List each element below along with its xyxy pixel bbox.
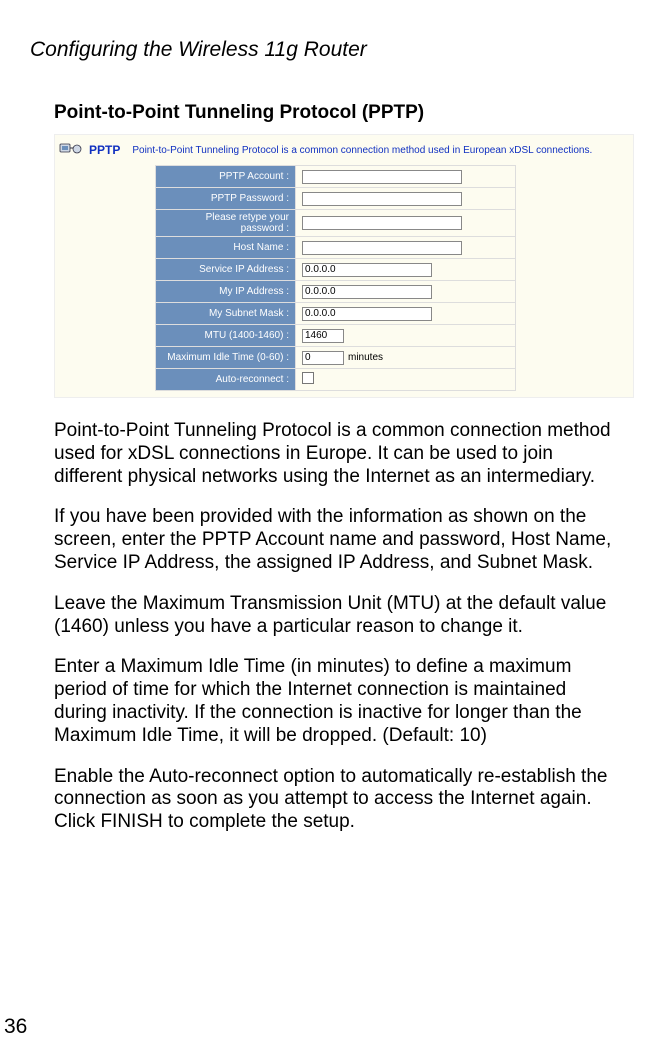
form-value-cell [296, 369, 516, 391]
form-row: Auto-reconnect : [156, 369, 516, 391]
form-row: Service IP Address : [156, 259, 516, 281]
form-input[interactable] [302, 329, 344, 343]
screenshot-panel: PPTP Point-to-Point Tunneling Protocol i… [54, 134, 634, 398]
page-header: Configuring the Wireless 11g Router [30, 38, 622, 62]
form-value-cell [296, 210, 516, 237]
form-row: PPTP Password : [156, 188, 516, 210]
body-paragraph: Leave the Maximum Transmission Unit (MTU… [54, 593, 622, 639]
form-label: MTU (1400-1460) : [156, 325, 296, 347]
body-paragraph: If you have been provided with the infor… [54, 506, 622, 574]
form-row: PPTP Account : [156, 166, 516, 188]
pptp-label: PPTP [89, 143, 120, 157]
form-input[interactable] [302, 263, 432, 277]
suffix-label: minutes [348, 352, 383, 363]
form-input[interactable] [302, 216, 462, 230]
form-input[interactable] [302, 351, 344, 365]
auto-reconnect-checkbox[interactable] [302, 372, 314, 384]
body-paragraph: Point-to-Point Tunneling Protocol is a c… [54, 420, 622, 488]
form-input[interactable] [302, 170, 462, 184]
form-value-cell [296, 166, 516, 188]
pptp-desc: Point-to-Point Tunneling Protocol is a c… [132, 145, 592, 156]
form-input[interactable] [302, 307, 432, 321]
form-label: My Subnet Mask : [156, 303, 296, 325]
config-form-table: PPTP Account :PPTP Password :Please rety… [155, 165, 516, 391]
form-label: Host Name : [156, 237, 296, 259]
form-value-cell [296, 281, 516, 303]
section-title: Point-to-Point Tunneling Protocol (PPTP) [54, 102, 622, 124]
pptp-icon [59, 141, 83, 159]
form-row: MTU (1400-1460) : [156, 325, 516, 347]
form-value-cell [296, 325, 516, 347]
form-value-cell [296, 237, 516, 259]
form-label: Maximum Idle Time (0-60) : [156, 347, 296, 369]
form-input[interactable] [302, 192, 462, 206]
form-row: My IP Address : [156, 281, 516, 303]
form-label: Please retype your password : [156, 210, 296, 237]
form-label: PPTP Account : [156, 166, 296, 188]
form-row: My Subnet Mask : [156, 303, 516, 325]
form-row: Please retype your password : [156, 210, 516, 237]
form-label: PPTP Password : [156, 188, 296, 210]
form-row: Host Name : [156, 237, 516, 259]
body-paragraph: Enable the Auto-reconnect option to auto… [54, 766, 622, 834]
form-label: Auto-reconnect : [156, 369, 296, 391]
form-value-cell: minutes [296, 347, 516, 369]
form-input[interactable] [302, 285, 432, 299]
form-value-cell [296, 188, 516, 210]
form-value-cell [296, 303, 516, 325]
form-row: Maximum Idle Time (0-60) : minutes [156, 347, 516, 369]
form-label: My IP Address : [156, 281, 296, 303]
screenshot-header: PPTP Point-to-Point Tunneling Protocol i… [59, 141, 629, 159]
body-paragraph: Enter a Maximum Idle Time (in minutes) t… [54, 656, 622, 747]
page-number: 36 [4, 1015, 27, 1039]
form-label: Service IP Address : [156, 259, 296, 281]
form-input[interactable] [302, 241, 462, 255]
form-value-cell [296, 259, 516, 281]
